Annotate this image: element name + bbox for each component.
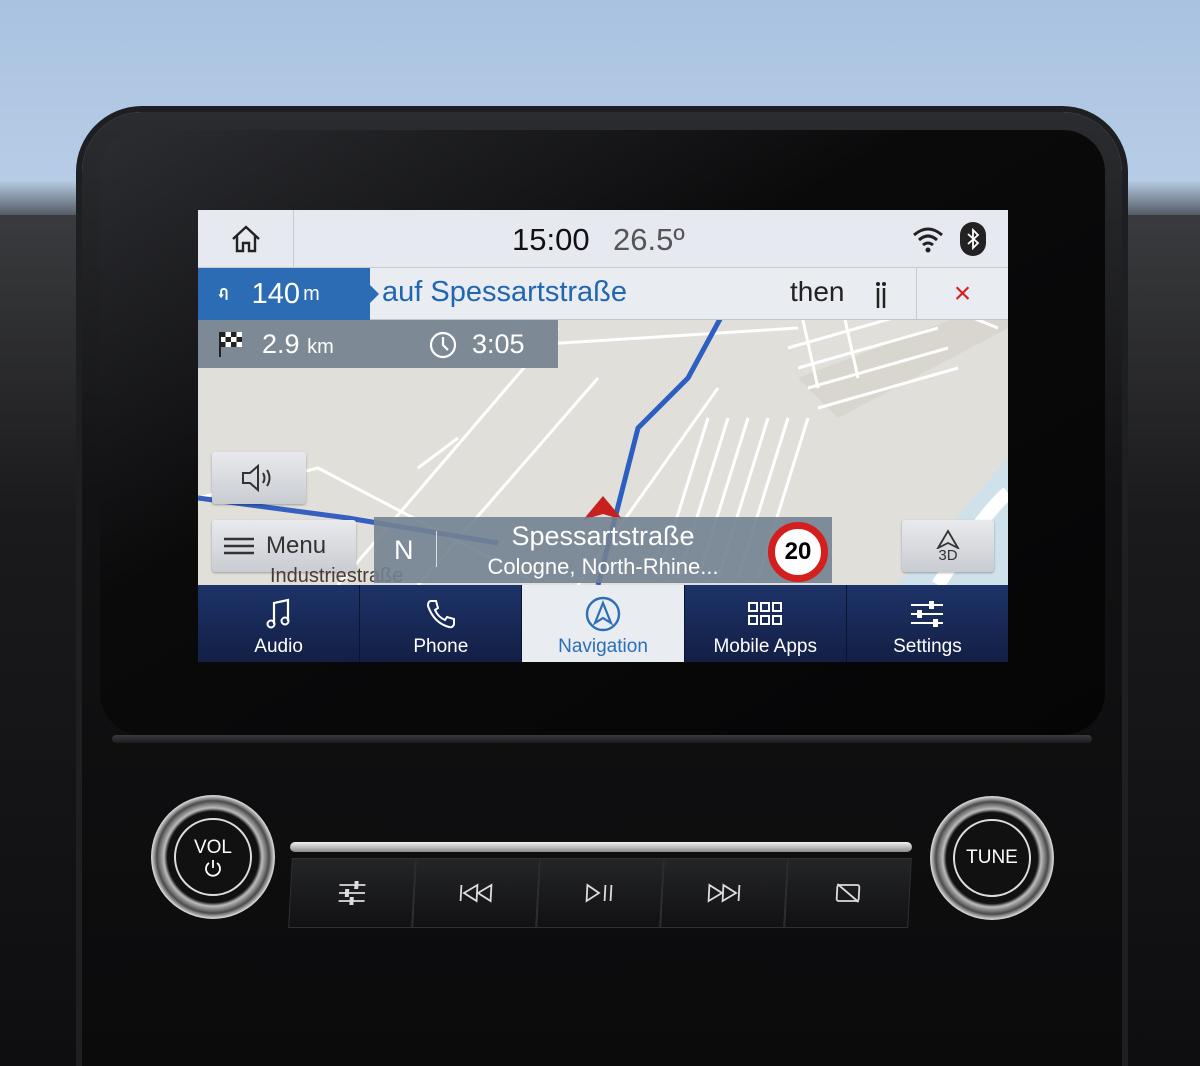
screen-off-icon xyxy=(835,883,861,903)
straight-ahead-icon xyxy=(876,282,886,308)
3d-view-icon xyxy=(936,529,960,549)
tab-mobile-apps[interactable]: Mobile Apps xyxy=(685,585,847,662)
tab-label: Navigation xyxy=(558,636,648,657)
tab-label: Mobile Apps xyxy=(713,636,817,657)
guidance-banner: 140 m auf Spessartstraße then × xyxy=(198,268,1008,320)
power-icon xyxy=(205,860,221,877)
bottom-nav-bar: Audio Phone Navigation Mobile Apps Setti… xyxy=(198,585,1008,662)
skip-back-icon xyxy=(459,883,493,903)
vol-label: VOL xyxy=(193,837,233,858)
infotainment-screen: 15:00 26.5º 140 m auf Spessartstraße then… xyxy=(198,210,1008,662)
phone-icon xyxy=(426,600,455,629)
banner-pointer xyxy=(370,285,379,303)
then-label: then xyxy=(790,276,845,307)
skip-forward-icon xyxy=(707,883,741,903)
tune-knob[interactable]: TUNE xyxy=(930,796,1054,920)
bluetooth-icon xyxy=(960,222,986,256)
outside-temperature: 26.5º xyxy=(613,222,685,257)
distance-unit: m xyxy=(303,282,320,305)
tab-navigation[interactable]: Navigation xyxy=(522,585,685,662)
view-3d-button[interactable]: 3D xyxy=(902,520,994,572)
checkered-flag-icon xyxy=(219,332,242,357)
view-mode-label: 3D xyxy=(938,547,958,564)
cancel-route-button[interactable]: × xyxy=(916,268,1008,320)
wifi-icon xyxy=(913,227,943,253)
status-bar: 15:00 26.5º xyxy=(198,210,1008,268)
current-location: Cologne, North-Rhine... xyxy=(487,554,719,579)
hamburger-icon xyxy=(224,537,254,555)
maneuver-distance: 140 xyxy=(251,277,301,310)
navigation-icon xyxy=(585,596,621,632)
sound-settings-button[interactable] xyxy=(288,858,416,928)
previous-track-button[interactable] xyxy=(412,858,540,928)
speed-limit-sign: 20 xyxy=(768,522,828,582)
tab-audio[interactable]: Audio xyxy=(198,585,361,662)
volume-knob[interactable]: VOL xyxy=(151,795,275,919)
home-button[interactable] xyxy=(198,210,294,268)
speaker-icon xyxy=(242,463,271,493)
u-turn-left-icon xyxy=(218,287,228,300)
clock-icon xyxy=(429,331,457,359)
next-track-button[interactable] xyxy=(660,858,788,928)
music-note-icon xyxy=(266,598,290,629)
hardware-button-row xyxy=(288,858,912,928)
trim-strip xyxy=(112,735,1092,743)
tab-label: Audio xyxy=(254,636,303,657)
chrome-trim xyxy=(290,842,912,852)
sliders-icon xyxy=(911,601,944,627)
tune-label: TUNE xyxy=(966,847,1018,868)
clock: 15:00 xyxy=(512,222,590,257)
current-street: Spessartstraße xyxy=(511,521,695,551)
current-road-panel: N Spessartstraße Cologne, North-Rhine... xyxy=(374,517,832,583)
maneuver-box: 140 m xyxy=(198,268,370,320)
apps-grid-icon xyxy=(748,602,783,625)
play-pause-icon xyxy=(585,883,613,903)
menu-label: Menu xyxy=(266,532,327,559)
tab-label: Settings xyxy=(893,636,962,657)
tab-label: Phone xyxy=(413,636,469,657)
screen-off-button[interactable] xyxy=(784,858,912,928)
trip-info-bar: 2.9 km 3:05 xyxy=(198,320,558,368)
home-icon xyxy=(231,225,260,253)
tab-settings[interactable]: Settings xyxy=(847,585,1008,662)
equalizer-icon xyxy=(338,881,366,905)
arrival-time: 3:05 xyxy=(472,329,525,359)
remaining-distance: 2.9 km xyxy=(262,329,334,359)
tab-phone[interactable]: Phone xyxy=(360,585,523,662)
play-pause-button[interactable] xyxy=(536,858,664,928)
next-street: auf Spessartstraße xyxy=(382,276,627,308)
voice-guidance-button[interactable] xyxy=(212,452,306,504)
